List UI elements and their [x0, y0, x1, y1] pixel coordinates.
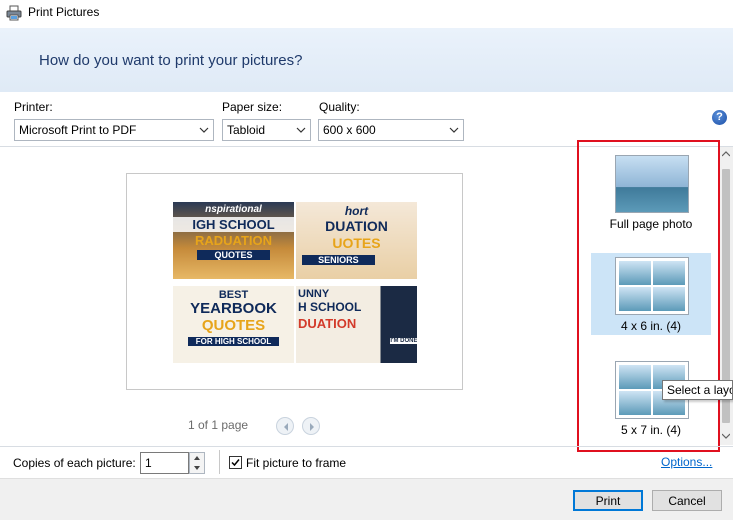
- scroll-up-icon[interactable]: [722, 151, 730, 157]
- paper-size-value: Tabloid: [227, 123, 266, 137]
- quality-label: Quality:: [319, 100, 360, 114]
- window-title: Print Pictures: [28, 5, 100, 19]
- help-icon[interactable]: ?: [712, 110, 727, 125]
- fit-to-frame-label: Fit picture to frame: [246, 456, 347, 470]
- copies-input[interactable]: 1: [140, 452, 189, 474]
- printer-select[interactable]: Microsoft Print to PDF: [14, 119, 214, 141]
- copies-label: Copies of each picture:: [13, 456, 136, 470]
- thumbnail-text: QUOTES: [197, 250, 270, 260]
- fit-to-frame-checkbox[interactable]: [229, 456, 242, 469]
- divider: [219, 450, 220, 474]
- previous-page-button[interactable]: [276, 417, 294, 435]
- layout-label: 5 x 7 in. (4): [620, 423, 682, 437]
- cancel-button[interactable]: Cancel: [652, 490, 722, 511]
- quality-value: 600 x 600: [323, 123, 376, 137]
- thumbnail-text: H SCHOOL: [298, 300, 362, 314]
- thumbnail-text: DUATION: [298, 316, 357, 331]
- divider: [0, 446, 733, 447]
- chevron-down-icon: [449, 127, 459, 133]
- chevron-down-icon: [199, 127, 209, 133]
- dialog-header: How do you want to print your pictures?: [0, 28, 733, 92]
- thumbnail-text: nspirational: [205, 204, 262, 215]
- layout-list[interactable]: Full page photo 4 x 6 in. (4) 5 x 7 in. …: [585, 147, 719, 447]
- printer-icon: [6, 5, 22, 21]
- layout-item-4x6[interactable]: 4 x 6 in. (4): [591, 253, 711, 335]
- tooltip: Select a layout: [662, 380, 733, 400]
- title-bar: Print Pictures: [0, 0, 733, 28]
- options-link[interactable]: Options...: [661, 455, 712, 469]
- four-up-layout-icon: [615, 257, 689, 315]
- paper-size-label: Paper size:: [222, 100, 283, 114]
- print-button[interactable]: Print: [573, 490, 643, 511]
- print-preview-page: nspirational IGH SCHOOL RADUATION QUOTES…: [126, 173, 463, 390]
- preview-thumbnail: BEST YEARBOOK QUOTES FOR HIGH SCHOOL: [173, 286, 294, 363]
- paper-size-select[interactable]: Tabloid: [222, 119, 311, 141]
- landscape-photo-icon: [615, 155, 689, 213]
- layout-label: Full page photo: [609, 217, 693, 231]
- thumbnail-text: hort: [344, 204, 369, 218]
- layout-item-full-page[interactable]: Full page photo: [591, 151, 711, 233]
- chevron-down-icon: [296, 127, 306, 133]
- scroll-down-icon[interactable]: [722, 433, 730, 439]
- spin-up-icon[interactable]: [190, 453, 204, 463]
- copies-stepper[interactable]: [189, 452, 205, 474]
- preview-thumbnail: hort DUATION UOTES SENIORS: [296, 202, 417, 279]
- thumbnail-text: DUATION: [325, 218, 388, 234]
- arrow-left-icon: [284, 423, 288, 431]
- thumbnail-text: QUOTES: [201, 317, 266, 334]
- layout-scrollbar[interactable]: [719, 147, 733, 445]
- printer-label: Printer:: [14, 100, 53, 114]
- thumbnail-text: I'M DONE: [390, 338, 417, 344]
- thumbnail-text: RADUATION: [194, 233, 273, 248]
- dialog-footer: Print Cancel: [0, 478, 733, 520]
- preview-thumbnail: UNNY H SCHOOL DUATION I'M DONE: [296, 286, 417, 363]
- thumbnail-text: SENIORS: [302, 255, 375, 265]
- quality-select[interactable]: 600 x 600: [318, 119, 464, 141]
- printer-value: Microsoft Print to PDF: [19, 123, 137, 137]
- thumbnail-text: FOR HIGH SCHOOL: [187, 337, 280, 346]
- thumbnail-text: YEARBOOK: [190, 300, 277, 317]
- thumbnail-text: UOTES: [332, 235, 381, 251]
- thumbnail-text: IGH SCHOOL: [173, 217, 294, 232]
- layout-label: 4 x 6 in. (4): [620, 319, 682, 333]
- checkmark-icon: [231, 459, 240, 467]
- page-title: How do you want to print your pictures?: [39, 52, 303, 69]
- next-page-button[interactable]: [302, 417, 320, 435]
- arrow-right-icon: [310, 423, 314, 431]
- thumbnail-text: UNNY: [298, 288, 330, 300]
- preview-thumbnail: nspirational IGH SCHOOL RADUATION QUOTES: [173, 202, 294, 279]
- spin-down-icon[interactable]: [190, 463, 204, 473]
- page-count: 1 of 1 page: [188, 418, 249, 432]
